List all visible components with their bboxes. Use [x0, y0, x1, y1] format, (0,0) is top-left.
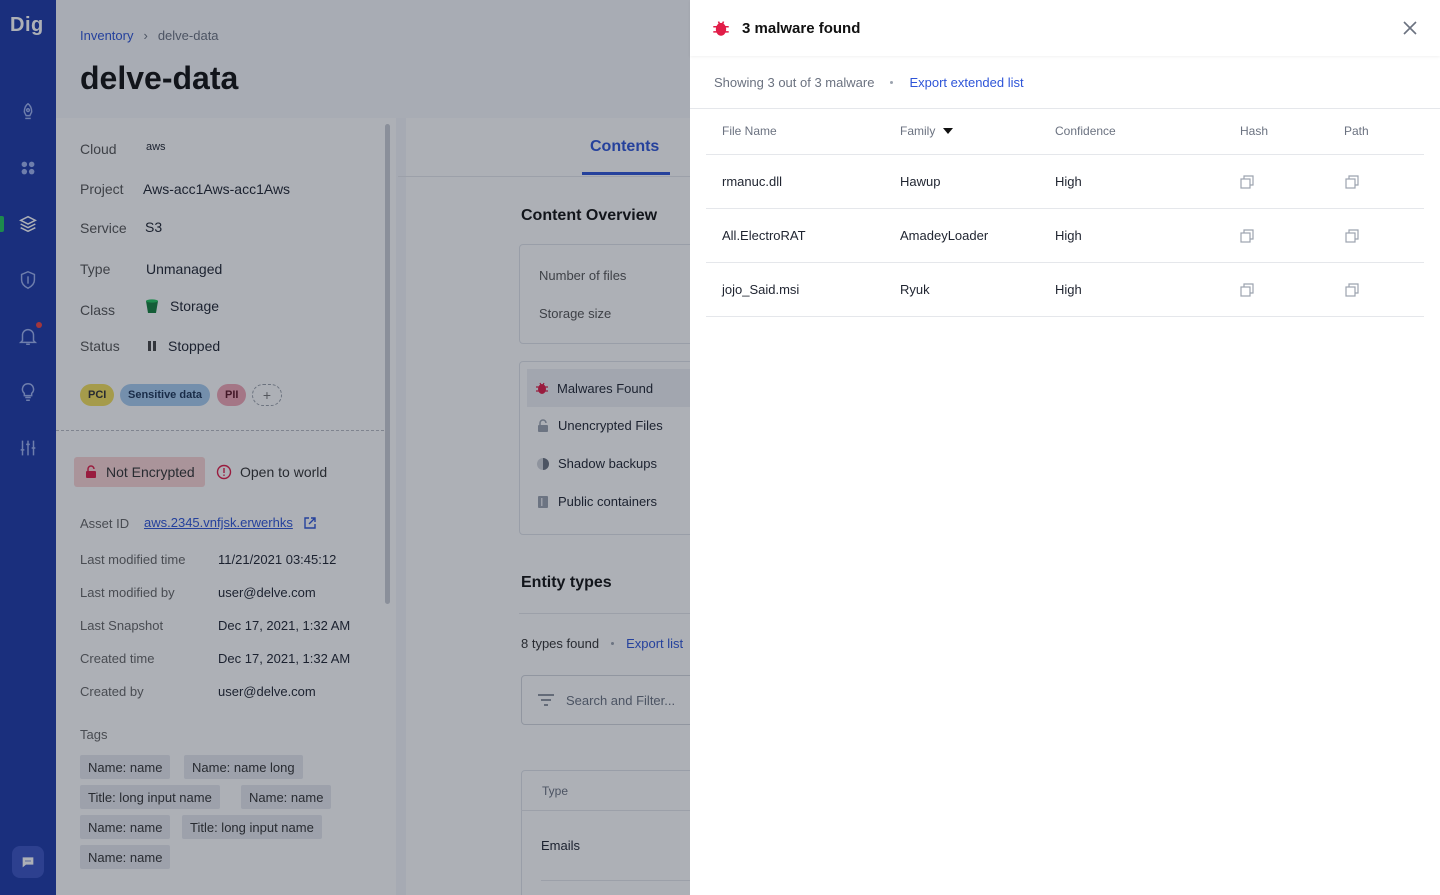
modal-backdrop[interactable] — [0, 0, 690, 895]
table-row-line — [706, 208, 1424, 209]
row-confidence: High — [1055, 174, 1082, 189]
column-family[interactable]: Family — [900, 124, 954, 138]
copy-path-icon[interactable] — [1345, 283, 1359, 297]
malware-drawer: 3 malware found Showing 3 out of 3 malwa… — [690, 0, 1440, 895]
bug-icon — [713, 21, 729, 36]
close-button[interactable] — [1400, 18, 1420, 38]
export-extended-list-link[interactable]: Export extended list — [909, 75, 1023, 90]
copy-hash-icon[interactable] — [1240, 175, 1254, 189]
table-row-line — [706, 316, 1424, 317]
row-file-name: All.ElectroRAT — [722, 228, 806, 243]
table-header-line — [706, 154, 1424, 155]
copy-path-icon[interactable] — [1345, 175, 1359, 189]
column-confidence[interactable]: Confidence — [1055, 124, 1116, 138]
column-file-name[interactable]: File Name — [722, 124, 777, 138]
column-path[interactable]: Path — [1344, 124, 1369, 138]
row-file-name: rmanuc.dll — [722, 174, 782, 189]
close-icon — [1403, 21, 1417, 35]
copy-path-icon[interactable] — [1345, 229, 1359, 243]
row-confidence: High — [1055, 282, 1082, 297]
separator-dot — [890, 81, 894, 84]
row-family: AmadeyLoader — [900, 228, 989, 243]
row-file-name: jojo_Said.msi — [722, 282, 800, 297]
column-hash[interactable]: Hash — [1240, 124, 1268, 138]
header-divider — [690, 108, 1440, 109]
copy-hash-icon[interactable] — [1240, 229, 1254, 243]
table-row-line — [706, 262, 1424, 263]
row-confidence: High — [1055, 228, 1082, 243]
showing-count: Showing 3 out of 3 malware — [714, 75, 875, 90]
copy-hash-icon[interactable] — [1240, 283, 1254, 297]
row-family: Hawup — [900, 174, 941, 189]
malware-summary: Showing 3 out of 3 malware Export extend… — [714, 75, 1024, 90]
row-family: Ryuk — [900, 282, 930, 297]
sort-down-icon — [943, 128, 954, 134]
drawer-header: 3 malware found — [690, 0, 1440, 56]
drawer-title: 3 malware found — [742, 19, 861, 37]
